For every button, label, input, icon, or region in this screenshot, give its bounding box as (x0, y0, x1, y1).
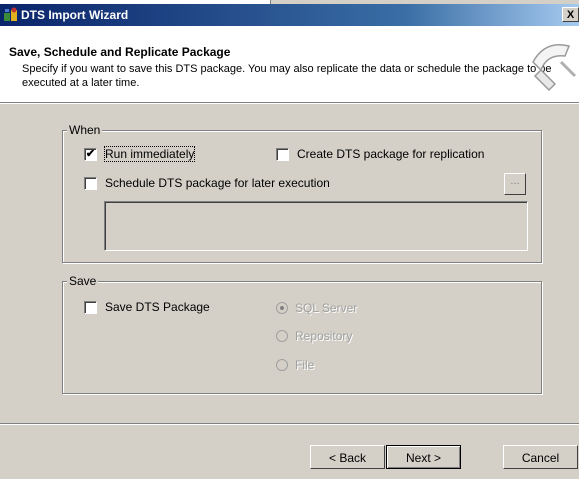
title-bar[interactable]: DTS Import Wizard X (0, 4, 579, 26)
sql-server-radio[interactable] (276, 302, 288, 314)
file-radio[interactable] (276, 359, 288, 371)
schedule-label[interactable]: Schedule DTS package for later execution (105, 176, 330, 190)
close-button[interactable]: X (562, 7, 579, 22)
run-immediately-checkbox[interactable]: ✔ (84, 148, 97, 161)
wizard-wand-icon (532, 44, 577, 92)
dts-import-wizard-window: DTS Import Wizard X Save, Schedule and R… (0, 0, 579, 479)
dts-wizard-icon (4, 7, 17, 21)
run-immediately-label[interactable]: Run immediately (103, 146, 196, 162)
schedule-details-box (104, 201, 528, 251)
schedule-ellipsis-button[interactable]: ... (504, 173, 526, 195)
when-group-label: When (67, 123, 103, 137)
page-description: Specify if you want to save this DTS pac… (22, 63, 552, 89)
window-title: DTS Import Wizard (21, 8, 129, 22)
repository-radio[interactable] (276, 330, 288, 342)
wizard-header: Save, Schedule and Replicate Package Spe… (0, 26, 579, 103)
footer-divider-highlight (0, 424, 579, 425)
cancel-button[interactable]: Cancel (503, 445, 578, 469)
repository-label[interactable]: Repository (295, 329, 352, 343)
sql-server-label[interactable]: SQL Server (295, 301, 357, 315)
back-button[interactable]: < Back (310, 445, 385, 469)
schedule-checkbox[interactable] (84, 177, 97, 190)
header-divider (0, 103, 579, 104)
save-package-label[interactable]: Save DTS Package (105, 300, 210, 314)
save-package-checkbox[interactable] (84, 301, 97, 314)
create-replication-checkbox[interactable] (276, 148, 289, 161)
create-replication-label[interactable]: Create DTS package for replication (297, 147, 484, 161)
next-button[interactable]: Next > (386, 445, 461, 469)
file-label[interactable]: File (295, 358, 314, 372)
page-title: Save, Schedule and Replicate Package (9, 45, 231, 59)
save-group-label: Save (67, 274, 99, 288)
